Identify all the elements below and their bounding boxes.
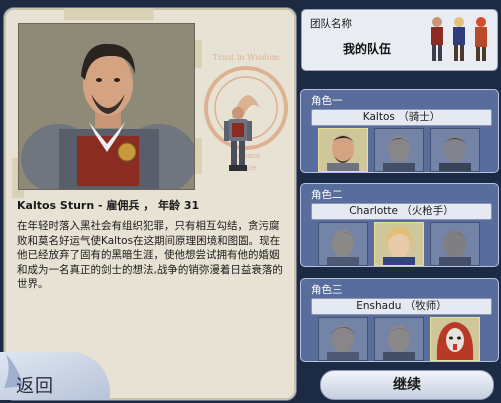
tape-top — [64, 8, 154, 20]
team-name-box: 团队名称 我的队伍 — [301, 9, 498, 71]
character-biography: 在年轻时落入黑社会有组织犯罪，只有相互勾结，贪污腐败和莫名好运气使Kaltos在… — [17, 220, 283, 290]
svg-text:Trust in Wisdom: Trust in Wisdom — [213, 53, 280, 62]
back-label[interactable]: 返回 — [16, 372, 54, 398]
character-slot-3: 角色三 Enshadu （牧师） — [300, 278, 499, 362]
class-choice-2[interactable] — [374, 128, 424, 172]
slot-character-name[interactable]: Enshadu （牧师） — [311, 298, 492, 315]
class-choice-1[interactable] — [318, 317, 368, 361]
class-choice-knight[interactable] — [318, 128, 368, 172]
class-choice-2[interactable] — [374, 317, 424, 361]
character-slot-1: 角色一 Kaltos （骑士） — [300, 89, 499, 173]
team-label: 团队名称 — [310, 18, 352, 30]
team-name-value[interactable]: 我的队伍 — [302, 40, 432, 57]
slot-character-name[interactable]: Kaltos （骑士） — [311, 109, 492, 126]
character-info-panel: Trust in Wisdom Balance Peace Kaltos Stu… — [4, 8, 296, 400]
class-choice-1[interactable] — [318, 222, 368, 266]
character-slot-2: 角色二 Charlotte （火枪手） — [300, 183, 499, 267]
class-choice-3[interactable] — [430, 128, 480, 172]
class-choice-musketeer[interactable] — [374, 222, 424, 266]
slot-title: 角色一 — [311, 95, 343, 107]
slot-title: 角色二 — [311, 189, 343, 201]
character-portrait — [18, 23, 195, 190]
character-name-line: Kaltos Sturn - 雇佣兵 ， 年龄 31 — [17, 199, 200, 212]
continue-button[interactable]: 继续 — [320, 370, 494, 400]
team-sprites-icon — [431, 17, 487, 61]
slot-title: 角色三 — [311, 284, 343, 296]
class-choice-priest[interactable] — [430, 317, 480, 361]
character-model-sprite — [224, 107, 252, 171]
class-choice-3[interactable] — [430, 222, 480, 266]
slot-character-name[interactable]: Charlotte （火枪手） — [311, 203, 492, 220]
